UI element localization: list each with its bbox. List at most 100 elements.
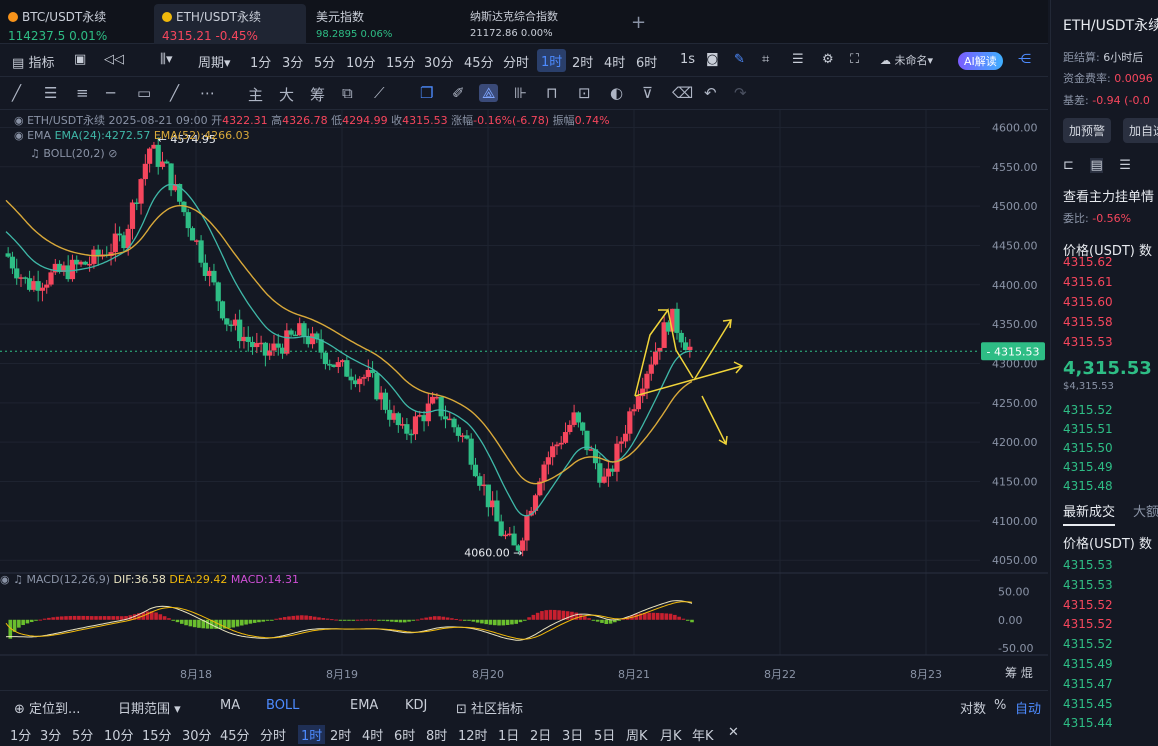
interval-timeshare[interactable]: 分时 xyxy=(503,52,529,71)
pen-icon[interactable]: ✎ xyxy=(734,52,745,67)
interval-30m[interactable]: 30分 xyxy=(424,52,454,71)
timeframe-0[interactable]: 1分 xyxy=(10,725,31,744)
rectangle-icon[interactable]: ▭ xyxy=(137,84,151,102)
ai-button[interactable]: AI解读 xyxy=(958,52,1003,70)
book-icon[interactable]: ⊏ xyxy=(1063,158,1074,173)
tab-btc[interactable]: BTC/USDT永续 114237.5 0.01% xyxy=(0,4,152,44)
interval-5m[interactable]: 5分 xyxy=(314,52,335,71)
trend-line-icon[interactable]: ╱ xyxy=(12,84,21,102)
close-icon[interactable]: ✕ xyxy=(728,725,739,740)
chip-toggle[interactable]: 筹 xyxy=(310,84,325,105)
timeframe-13[interactable]: 12时 xyxy=(458,725,488,744)
more-icon[interactable]: ⋯ xyxy=(200,84,215,102)
ask-row[interactable]: 4315.58 xyxy=(1063,315,1113,329)
interval-3m[interactable]: 3分 xyxy=(282,52,303,71)
list-icon[interactable]: ☰ xyxy=(1119,158,1131,173)
timeframe-8[interactable]: 1时 xyxy=(298,725,326,744)
ask-row[interactable]: 4315.62 xyxy=(1063,255,1113,269)
bid-row[interactable]: 4315.48 xyxy=(1063,479,1113,493)
period-dropdown[interactable]: 周期▾ xyxy=(198,52,231,71)
timeframe-11[interactable]: 6时 xyxy=(394,725,415,744)
large-trades-tab[interactable]: 大额 xyxy=(1133,501,1158,520)
crop-icon[interactable]: ⌗ xyxy=(762,52,769,67)
indicator-boll[interactable]: BOLL xyxy=(266,698,299,713)
ruler-icon[interactable]: ✐ xyxy=(452,84,465,102)
timeframe-12[interactable]: 8时 xyxy=(426,725,447,744)
lock-icon[interactable]: ⊓ xyxy=(546,84,558,102)
timeframe-5[interactable]: 30分 xyxy=(182,725,212,744)
timeframe-10[interactable]: 4时 xyxy=(362,725,383,744)
indicator-kdj[interactable]: KDJ xyxy=(405,698,427,713)
tab-eth[interactable]: ETH/USDT永续 4315.21 -0.45% xyxy=(154,4,306,44)
share-icon[interactable]: ⋲ xyxy=(1018,52,1031,67)
date-range-dropdown[interactable]: 日期范围 ▾ xyxy=(118,698,181,717)
depth-icon[interactable]: ▤ xyxy=(1090,158,1103,173)
timeframe-20[interactable]: 年K xyxy=(692,725,714,744)
bid-row[interactable]: 4315.52 xyxy=(1063,403,1113,417)
candlestick-chart[interactable]: 4600.00 4550.00 4500.00 4450.00 4400.00 4350.… xyxy=(0,110,1048,690)
timeframe-17[interactable]: 5日 xyxy=(594,725,615,744)
add-tab-icon[interactable]: + xyxy=(631,12,646,33)
interval-6h[interactable]: 6时 xyxy=(636,52,657,71)
main-force-toggle[interactable]: 主 xyxy=(248,84,263,105)
note-icon[interactable]: ⊡ xyxy=(578,84,591,102)
auto-scale-toggle[interactable]: 自动 xyxy=(1015,698,1041,717)
color-icon[interactable]: ◐ xyxy=(610,84,623,102)
ray-icon[interactable]: ╱ xyxy=(170,84,179,102)
measure-icon[interactable]: ⊪ xyxy=(514,84,527,102)
timeframe-2[interactable]: 5分 xyxy=(72,725,93,744)
interval-15m[interactable]: 15分 xyxy=(386,52,416,71)
parallel-lines-icon[interactable]: ☰ xyxy=(44,84,57,102)
timeframe-7[interactable]: 分时 xyxy=(260,725,286,744)
add-alert-button[interactable]: 加预警 xyxy=(1063,118,1112,143)
big-order-toggle[interactable]: 大 xyxy=(279,84,294,105)
interval-1h[interactable]: 1时 xyxy=(537,49,567,72)
locate-button[interactable]: ⊕ 定位到... xyxy=(14,698,80,717)
indicator-button[interactable]: ▤ 指标 xyxy=(12,52,54,71)
tab-usd-index[interactable]: 美元指数 98.2895 0.06% xyxy=(308,4,458,44)
drawing-mode-icon[interactable]: ⟁ xyxy=(479,84,499,102)
list-icon[interactable]: ☰ xyxy=(792,52,804,67)
timeframe-15[interactable]: 2日 xyxy=(530,725,551,744)
tab-nasdaq[interactable]: 纳斯达克综合指数 21172.86 0.00% xyxy=(462,4,622,44)
chart-area[interactable]: 4600.00 4550.00 4500.00 4450.00 4400.00 4350.… xyxy=(0,110,1048,690)
bid-row[interactable]: 4315.51 xyxy=(1063,422,1113,436)
log-scale-toggle[interactable]: 对数 xyxy=(960,698,986,717)
layers-icon[interactable]: ❐ xyxy=(420,84,433,102)
interval-45m[interactable]: 45分 xyxy=(464,52,494,71)
interval-4h[interactable]: 4时 xyxy=(604,52,625,71)
calendar-icon[interactable]: ▣ xyxy=(74,52,86,67)
horizontal-line-icon[interactable]: ─ xyxy=(106,84,115,102)
timeframe-16[interactable]: 3日 xyxy=(562,725,583,744)
timeframe-19[interactable]: 月K xyxy=(660,725,682,744)
percent-toggle[interactable]: % xyxy=(994,698,1006,713)
ask-row[interactable]: 4315.60 xyxy=(1063,295,1113,309)
chip-corner[interactable]: 筹 焜 xyxy=(1005,664,1033,681)
community-indicator[interactable]: ⊡ 社区指标 xyxy=(456,698,523,717)
ask-row[interactable]: 4315.61 xyxy=(1063,275,1113,289)
timeframe-14[interactable]: 1日 xyxy=(498,725,519,744)
add-watchlist-button[interactable]: 加自选 xyxy=(1123,118,1158,143)
indicator-ma[interactable]: MA xyxy=(220,698,240,713)
interval-1m[interactable]: 1分 xyxy=(250,52,271,71)
settings-icon[interactable]: ⚙ xyxy=(822,52,834,67)
timeframe-18[interactable]: 周K xyxy=(626,725,648,744)
bid-row[interactable]: 4315.50 xyxy=(1063,441,1113,455)
redo-icon[interactable]: ↷ xyxy=(734,84,747,102)
brush-icon[interactable]: ⧉ xyxy=(342,84,353,102)
magic-icon[interactable]: ⟋ xyxy=(374,84,385,102)
timeframe-6[interactable]: 45分 xyxy=(220,725,250,744)
interval-10m[interactable]: 10分 xyxy=(346,52,376,71)
undo-icon[interactable]: ↶ xyxy=(704,84,717,102)
bid-row[interactable]: 4315.49 xyxy=(1063,460,1113,474)
timeframe-3[interactable]: 10分 xyxy=(104,725,134,744)
indicator-ema[interactable]: EMA xyxy=(350,698,378,713)
interval-2h[interactable]: 2时 xyxy=(572,52,593,71)
fullscreen-icon[interactable]: ⛶ xyxy=(850,52,859,67)
depth-link[interactable]: 查看主力挂单情 xyxy=(1063,186,1154,205)
trash-icon[interactable]: ⌫ xyxy=(672,84,693,102)
filter-icon[interactable]: ⊽ xyxy=(642,84,653,102)
latest-trades-tab[interactable]: 最新成交 xyxy=(1063,501,1116,526)
channel-icon[interactable]: ≡ xyxy=(76,84,89,102)
layout-dropdown[interactable]: ☁ 未命名▾ xyxy=(880,52,933,68)
